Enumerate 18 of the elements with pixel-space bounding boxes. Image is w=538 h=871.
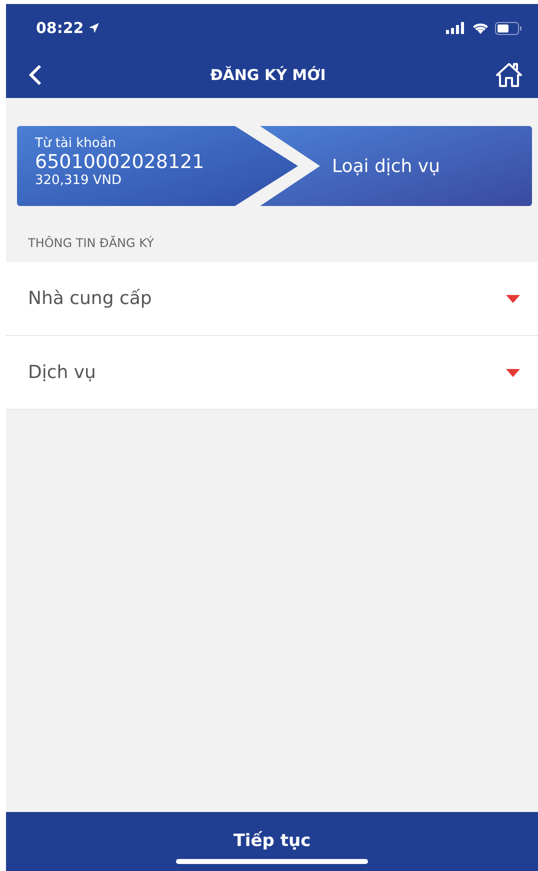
account-label: Từ tài khoản (35, 136, 116, 151)
account-balance: 320,319 VND (35, 173, 122, 188)
signal-icon (446, 22, 466, 34)
battery-icon (495, 22, 522, 34)
dropdown-field[interactable]: Dịch vụ (6, 336, 538, 410)
screen-title: ĐĂNG KÝ MỚI (210, 66, 326, 84)
service-type-step[interactable]: Loại dịch vụ (332, 156, 440, 176)
status-time: 08:22 (36, 19, 84, 37)
account-number: 65010002028121 (35, 151, 204, 173)
dropdown-field[interactable]: Nhà cung cấp (6, 262, 538, 336)
back-button[interactable] (28, 64, 42, 86)
wifi-icon (472, 22, 489, 34)
dropdown-caret-icon (506, 368, 520, 376)
section-title: THÔNG TIN ĐĂNG KÝ (27, 234, 155, 252)
continue-button[interactable]: Tiếp tục (233, 831, 311, 859)
dropdown-caret-icon (506, 294, 520, 302)
location-arrow-icon (88, 22, 100, 34)
home-button[interactable] (494, 62, 524, 88)
